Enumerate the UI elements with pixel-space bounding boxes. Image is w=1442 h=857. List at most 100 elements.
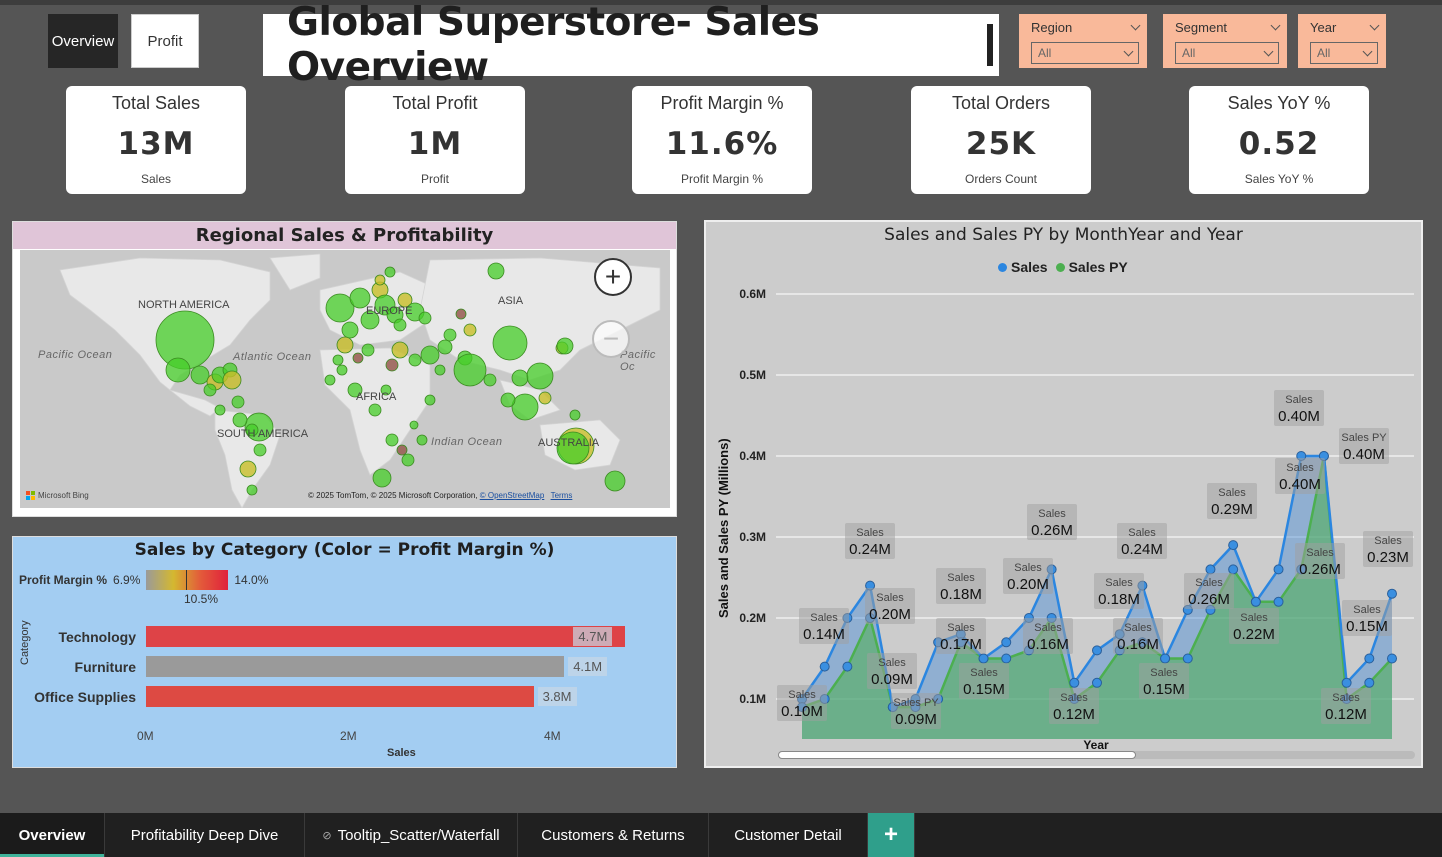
map-bubble[interactable] (604, 470, 626, 492)
sales-line-chart-visual[interactable]: Sales and Sales PY by MonthYear and Year… (704, 220, 1423, 768)
sales-by-category-visual[interactable]: Sales by Category (Color = Profit Margin… (12, 536, 677, 768)
chart-scrollbar[interactable] (778, 751, 1415, 759)
map-bubble[interactable] (396, 444, 408, 456)
chevron-down-icon[interactable] (1130, 20, 1141, 31)
point-sales[interactable] (1092, 645, 1102, 656)
region-dropdown[interactable]: All (1031, 42, 1139, 64)
point-sales-py[interactable] (842, 661, 853, 672)
map-bubble[interactable] (424, 394, 436, 406)
map-bubble[interactable] (385, 433, 399, 447)
point-sales[interactable] (1205, 564, 1216, 575)
map-bubble[interactable] (253, 443, 267, 457)
map-bubble[interactable] (416, 434, 428, 446)
map-bubble[interactable] (374, 274, 386, 286)
map-bubble[interactable] (324, 374, 336, 386)
map-bubble[interactable] (443, 328, 457, 342)
tab-customer-detail[interactable]: Customer Detail (709, 813, 868, 857)
map-bubble[interactable] (231, 395, 245, 409)
tab-tooltip-scatter-waterfall[interactable]: ⊘ Tooltip_Scatter/Waterfall (305, 813, 518, 857)
regional-map-visual[interactable]: Regional Sales & Profitability NORTH AME… (12, 221, 677, 517)
map-bubble[interactable] (408, 353, 422, 367)
map-bubble[interactable] (368, 403, 382, 417)
point-sales-py[interactable] (1250, 596, 1261, 607)
map-bubble[interactable] (463, 323, 477, 337)
point-sales[interactable] (819, 661, 830, 672)
map-bubble[interactable] (336, 336, 354, 354)
tab-profitability-deep-dive[interactable]: Profitability Deep Dive (105, 813, 305, 857)
map-bubble[interactable] (434, 364, 446, 376)
point-sales-py[interactable] (1364, 677, 1375, 688)
year-slicer[interactable]: Year All (1298, 14, 1386, 68)
point-sales-py[interactable] (1387, 653, 1397, 664)
tab-overview[interactable]: Overview (0, 813, 105, 857)
map-bubble[interactable] (453, 353, 487, 387)
map-bubble[interactable] (165, 357, 191, 383)
map-bubble[interactable] (418, 311, 432, 325)
zoom-out-button[interactable]: − (592, 320, 630, 358)
point-sales-py[interactable] (1001, 653, 1012, 664)
zoom-in-button[interactable]: + (594, 258, 632, 296)
point-sales[interactable] (1387, 588, 1397, 599)
chevron-down-icon[interactable] (1270, 20, 1281, 31)
segment-dropdown[interactable]: All (1175, 42, 1279, 64)
point-sales[interactable] (1273, 564, 1284, 575)
map-bubble[interactable] (246, 484, 258, 496)
point-sales[interactable] (1228, 540, 1239, 551)
map-bubble[interactable] (526, 362, 554, 390)
map-bubble[interactable] (190, 365, 210, 385)
map-bubble[interactable] (222, 370, 242, 390)
map-bubble[interactable] (393, 318, 407, 332)
map-bubble[interactable] (232, 412, 248, 428)
map-bubble[interactable] (239, 460, 257, 478)
chevron-down-icon[interactable] (1369, 20, 1380, 31)
map-bubble[interactable] (500, 392, 516, 408)
map-bubble[interactable] (487, 262, 505, 280)
point-sales-py[interactable] (1092, 677, 1102, 688)
terms-link[interactable]: Terms (551, 491, 573, 500)
point-sales[interactable] (1341, 677, 1352, 688)
bar-technology[interactable] (146, 626, 626, 647)
map-bubble[interactable] (511, 393, 539, 421)
map-bubble[interactable] (332, 354, 344, 366)
map-bubble[interactable] (203, 383, 217, 397)
map-bubble[interactable] (401, 453, 415, 467)
bar-furniture[interactable] (146, 656, 565, 677)
map-bubble[interactable] (336, 364, 348, 376)
region-slicer[interactable]: Region All (1019, 14, 1147, 68)
point-sales[interactable] (1001, 637, 1012, 648)
year-dropdown[interactable]: All (1310, 42, 1378, 64)
map-bubble[interactable] (361, 343, 375, 357)
map-bubble[interactable] (455, 308, 467, 320)
profit-nav-button[interactable]: Profit (131, 14, 199, 68)
map-bubble[interactable] (385, 358, 399, 372)
map-bubble[interactable] (372, 468, 392, 488)
point-sales[interactable] (1364, 653, 1375, 664)
point-sales-py[interactable] (978, 653, 989, 664)
map-bubble[interactable] (341, 321, 359, 339)
overview-nav-button[interactable]: Overview (48, 14, 118, 68)
map-bubble[interactable] (437, 339, 453, 355)
point-sales[interactable] (1069, 677, 1080, 688)
bar-office-supplies[interactable] (146, 686, 534, 707)
map-bubble[interactable] (352, 352, 364, 364)
add-page-button[interactable]: + (868, 813, 915, 857)
map-bubble[interactable] (492, 325, 528, 361)
map-bubble[interactable] (391, 341, 409, 359)
map-bubble[interactable] (511, 369, 529, 387)
scrollbar-thumb[interactable] (778, 751, 1136, 759)
map-bubble[interactable] (384, 266, 396, 278)
map-bubble[interactable] (409, 420, 419, 430)
map-bubble[interactable] (538, 391, 552, 405)
tab-customers-returns[interactable]: Customers & Returns (518, 813, 709, 857)
map-bubble[interactable] (556, 337, 574, 355)
map-bubble[interactable] (420, 345, 440, 365)
map-bubble[interactable] (483, 373, 497, 387)
point-sales-py[interactable] (1160, 653, 1171, 664)
point-sales-py[interactable] (1273, 596, 1284, 607)
osm-link[interactable]: © OpenStreetMap (480, 491, 545, 500)
segment-slicer[interactable]: Segment All (1163, 14, 1287, 68)
map-canvas[interactable]: NORTH AMERICA SOUTH AMERICA EUROPE ASIA … (20, 250, 670, 508)
point-sales-py[interactable] (1228, 564, 1239, 575)
map-bubble[interactable] (214, 404, 226, 416)
point-sales-py[interactable] (1182, 653, 1193, 664)
